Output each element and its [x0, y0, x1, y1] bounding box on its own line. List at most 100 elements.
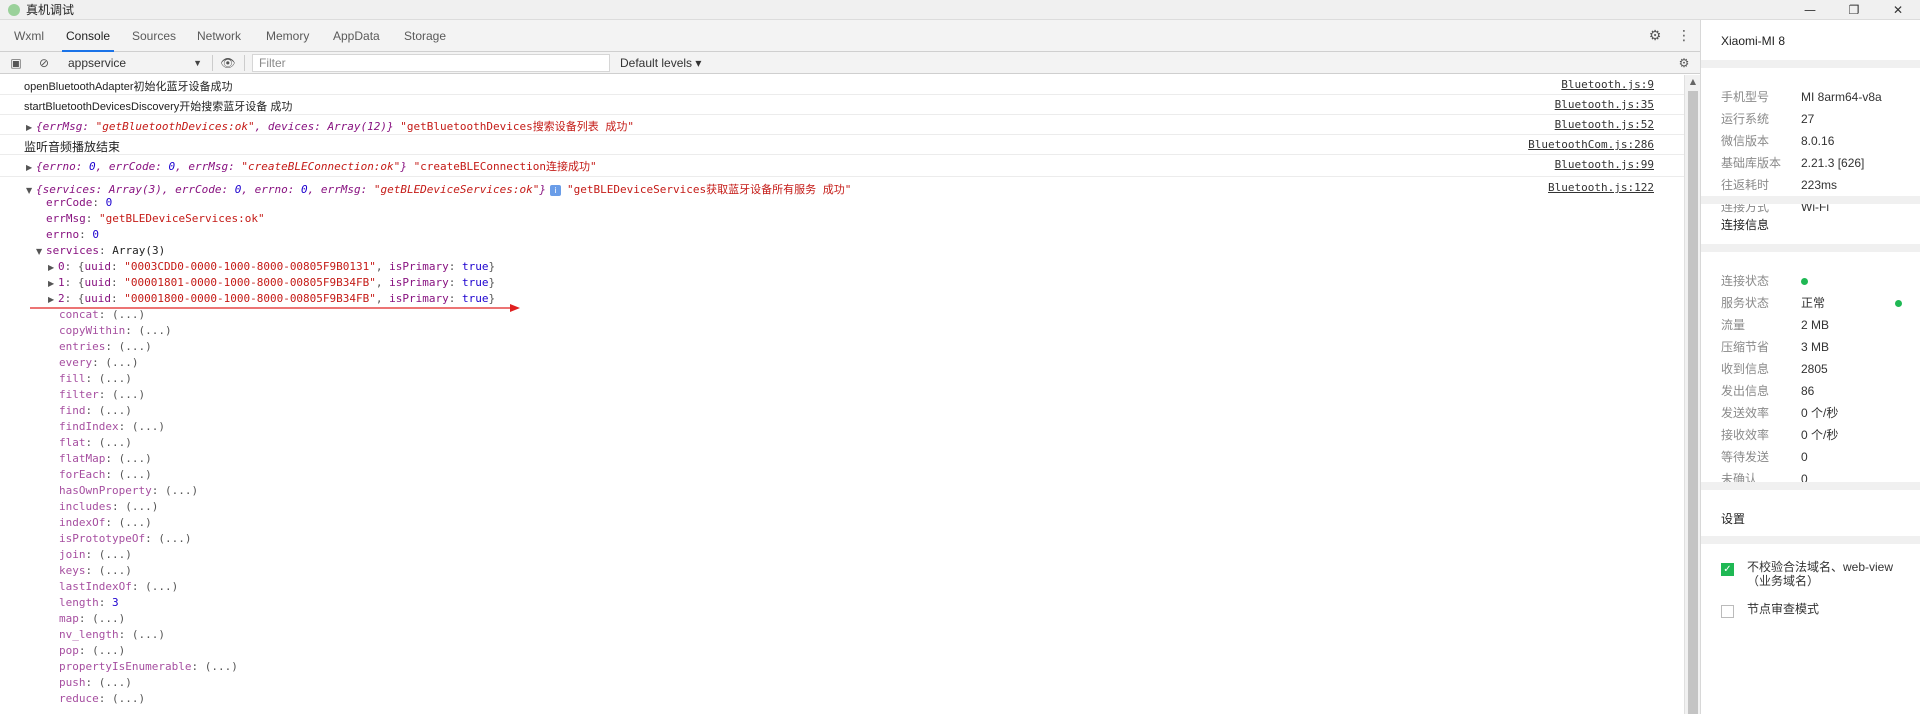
- array-method-hasOwnProperty[interactable]: hasOwnProperty: (...): [59, 484, 198, 497]
- array-method-flatMap[interactable]: flatMap: (...): [59, 452, 152, 465]
- settings-checkbox-label[interactable]: 不校验合法域名、web-view（业务域名）: [1747, 560, 1897, 588]
- array-method-pop[interactable]: pop: (...): [59, 644, 125, 657]
- array-method-keys[interactable]: keys: (...): [59, 564, 132, 577]
- service-item-1[interactable]: ▶ 1: {uuid: "00001801-0000-1000-8000-0080…: [48, 276, 495, 290]
- console-scrollbar[interactable]: ▲: [1684, 75, 1700, 714]
- log-source-link[interactable]: Bluetooth.js:122: [1548, 181, 1654, 194]
- method-value[interactable]: (...): [119, 340, 152, 353]
- array-method-push[interactable]: push: (...): [59, 676, 132, 689]
- live-expression-eye-icon[interactable]: 👁: [218, 55, 238, 71]
- array-method-nv_length[interactable]: nv_length: (...): [59, 628, 165, 641]
- method-value[interactable]: (...): [125, 500, 158, 513]
- settings-checkbox[interactable]: ✓: [1721, 563, 1734, 576]
- array-method-fill[interactable]: fill: (...): [59, 372, 132, 385]
- array-method-isPrototypeOf[interactable]: isPrototypeOf: (...): [59, 532, 191, 545]
- minimize-button[interactable]: —: [1788, 0, 1832, 20]
- console-settings-gear-icon[interactable]: ⚙: [1676, 55, 1692, 71]
- separator: :: [78, 644, 93, 657]
- array-method-copyWithin[interactable]: copyWithin: (...): [59, 324, 172, 337]
- tab-appdata[interactable]: AppData: [329, 20, 384, 52]
- method-value[interactable]: (...): [99, 676, 132, 689]
- array-method-flat[interactable]: flat: (...): [59, 436, 132, 449]
- array-method-find[interactable]: find: (...): [59, 404, 132, 417]
- prop-services[interactable]: ▼ services: Array(3): [36, 244, 165, 258]
- method-value[interactable]: (...): [92, 612, 125, 625]
- array-method-forEach[interactable]: forEach: (...): [59, 468, 152, 481]
- log-source-link[interactable]: Bluetooth.js:52: [1555, 118, 1654, 131]
- close-button[interactable]: ✕: [1876, 0, 1920, 20]
- log-levels-dropdown[interactable]: Default levels ▾: [620, 54, 701, 72]
- array-method-includes[interactable]: includes: (...): [59, 500, 158, 513]
- log-object-message[interactable]: ▶ {errMsg: "getBluetoothDevices:ok", devi…: [26, 118, 634, 134]
- array-method-filter[interactable]: filter: (...): [59, 388, 145, 401]
- tab-storage[interactable]: Storage: [400, 20, 450, 52]
- expand-triangle-icon[interactable]: ▶: [26, 123, 36, 132]
- array-method-lastIndexOf[interactable]: lastIndexOf: (...): [59, 580, 178, 593]
- array-method-entries[interactable]: entries: (...): [59, 340, 152, 353]
- method-value[interactable]: (...): [119, 468, 152, 481]
- array-method-join[interactable]: join: (...): [59, 548, 132, 561]
- method-value[interactable]: (...): [158, 532, 191, 545]
- method-value[interactable]: (...): [99, 564, 132, 577]
- method-name: copyWithin: [59, 324, 126, 337]
- more-options-icon[interactable]: ⋮: [1676, 28, 1692, 44]
- context-select[interactable]: appservice ▼: [68, 54, 204, 72]
- tab-memory[interactable]: Memory: [262, 20, 313, 52]
- restore-button[interactable]: ❐: [1832, 0, 1876, 20]
- expand-triangle-icon[interactable]: ▶: [48, 261, 58, 274]
- scrollbar-thumb[interactable]: [1688, 91, 1698, 714]
- scroll-up-icon[interactable]: ▲: [1685, 75, 1701, 89]
- settings-checkbox[interactable]: [1721, 605, 1734, 618]
- method-value[interactable]: (...): [105, 356, 138, 369]
- method-value[interactable]: (...): [165, 484, 198, 497]
- collapse-triangle-icon[interactable]: ▼: [36, 245, 46, 258]
- sidebar-toggle-icon[interactable]: ▣: [8, 55, 24, 71]
- log-source-link[interactable]: BluetoothCom.js:286: [1528, 138, 1654, 151]
- method-value[interactable]: (...): [112, 692, 145, 705]
- settings-gear-icon[interactable]: ⚙: [1647, 28, 1663, 44]
- log-source-link[interactable]: Bluetooth.js:9: [1561, 78, 1654, 91]
- tab-wxml[interactable]: Wxml: [10, 20, 48, 52]
- info-icon[interactable]: i: [550, 184, 562, 196]
- method-value[interactable]: (...): [92, 644, 125, 657]
- array-method-indexOf[interactable]: indexOf: (...): [59, 516, 152, 529]
- method-value[interactable]: (...): [99, 372, 132, 385]
- method-name: flatMap: [59, 452, 106, 465]
- method-value[interactable]: (...): [119, 452, 152, 465]
- tab-sources[interactable]: Sources: [128, 20, 180, 52]
- log-source-link[interactable]: Bluetooth.js:99: [1555, 158, 1654, 171]
- tab-network[interactable]: Network: [193, 20, 245, 52]
- expand-triangle-icon[interactable]: ▶: [26, 163, 36, 172]
- array-method-findIndex[interactable]: findIndex: (...): [59, 420, 165, 433]
- method-name: entries: [59, 340, 106, 353]
- log-source-link[interactable]: Bluetooth.js:35: [1555, 98, 1654, 111]
- collapse-triangle-icon[interactable]: ▼: [26, 186, 36, 195]
- method-value[interactable]: (...): [112, 388, 145, 401]
- method-value[interactable]: (...): [132, 628, 165, 641]
- filter-input[interactable]: [252, 54, 610, 72]
- method-name: length: [59, 596, 99, 609]
- log-object-message[interactable]: ▶ {errno: 0, errCode: 0, errMsg: "createB…: [26, 158, 597, 174]
- tab-console[interactable]: Console: [62, 20, 115, 52]
- method-value[interactable]: (...): [145, 580, 178, 593]
- method-value[interactable]: (...): [205, 660, 238, 673]
- method-value[interactable]: (...): [119, 516, 152, 529]
- method-value[interactable]: (...): [99, 404, 132, 417]
- panel-divider: [1701, 482, 1920, 490]
- array-method-map[interactable]: map: (...): [59, 612, 125, 625]
- log-object-message[interactable]: ▼ {services: Array(3), errCode: 0, errno:…: [26, 181, 851, 197]
- clear-console-icon[interactable]: ⊘: [36, 55, 52, 71]
- method-value[interactable]: (...): [138, 324, 171, 337]
- settings-checkbox-label[interactable]: 节点审查模式: [1747, 602, 1897, 616]
- array-method-propertyIsEnumerable[interactable]: propertyIsEnumerable: (...): [59, 660, 238, 673]
- array-method-length[interactable]: length: 3: [59, 596, 119, 609]
- array-method-every[interactable]: every: (...): [59, 356, 139, 369]
- method-value[interactable]: (...): [99, 436, 132, 449]
- info-value: 2 MB: [1801, 318, 1830, 332]
- array-method-reduce[interactable]: reduce: (...): [59, 692, 145, 705]
- method-value[interactable]: (...): [132, 420, 165, 433]
- expand-triangle-icon[interactable]: ▶: [48, 277, 58, 290]
- method-value[interactable]: (...): [99, 548, 132, 561]
- info-label: 收到信息: [1721, 362, 1770, 376]
- service-item-0[interactable]: ▶ 0: {uuid: "0003CDD0-0000-1000-8000-0080…: [48, 260, 495, 274]
